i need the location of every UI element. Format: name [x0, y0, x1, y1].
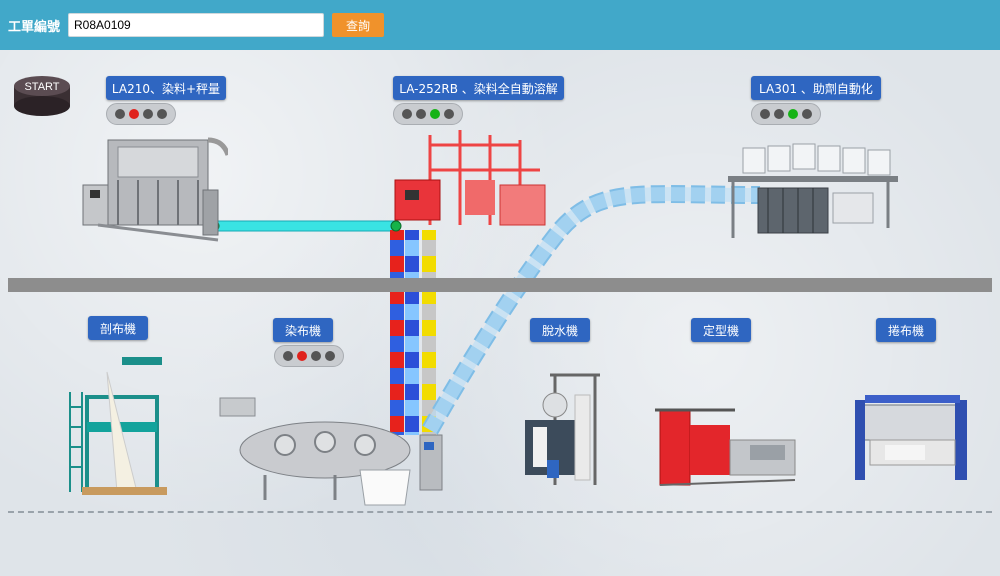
station-la252rb-tag[interactable]: LA-252RB 、染料全自動溶解	[393, 76, 564, 100]
light-1	[402, 109, 412, 119]
light-1	[283, 351, 293, 361]
status-light-la252rb	[393, 103, 463, 125]
station-rolling-tag[interactable]: 捲布機	[876, 318, 936, 342]
light-3	[430, 109, 440, 119]
section-divider	[8, 278, 992, 292]
light-2	[129, 109, 139, 119]
light-4	[802, 109, 812, 119]
dyeing-machine-image[interactable]	[215, 390, 450, 515]
light-2	[774, 109, 784, 119]
light-2	[297, 351, 307, 361]
la210-machine-image[interactable]	[78, 125, 228, 245]
status-light-dyeing	[274, 345, 344, 367]
status-light-la301	[751, 103, 821, 125]
light-2	[416, 109, 426, 119]
light-3	[788, 109, 798, 119]
station-la210-tag[interactable]: LA210、染料+秤量	[106, 76, 226, 100]
status-light-la210	[106, 103, 176, 125]
light-3	[311, 351, 321, 361]
setting-machine-image[interactable]	[655, 395, 805, 495]
station-dyeing-tag[interactable]: 染布機	[273, 318, 333, 342]
rolling-machine-image[interactable]	[855, 385, 970, 495]
light-1	[760, 109, 770, 119]
station-la301-tag[interactable]: LA301 、助劑自動化	[751, 76, 881, 100]
station-setting-tag[interactable]: 定型機	[691, 318, 751, 342]
station-cutting-tag[interactable]: 剖布機	[88, 316, 148, 340]
light-4	[444, 109, 454, 119]
light-4	[157, 109, 167, 119]
light-3	[143, 109, 153, 119]
station-dewatering-tag[interactable]: 脫水機	[530, 318, 590, 342]
light-1	[115, 109, 125, 119]
la301-machine-image[interactable]	[728, 138, 898, 243]
cutting-machine-image[interactable]	[62, 352, 172, 502]
la252rb-machine-image[interactable]	[390, 125, 550, 235]
dewatering-machine-image[interactable]	[515, 365, 605, 495]
light-4	[325, 351, 335, 361]
conveyor-cyan	[212, 220, 399, 232]
bottom-dashed-line	[8, 511, 992, 513]
